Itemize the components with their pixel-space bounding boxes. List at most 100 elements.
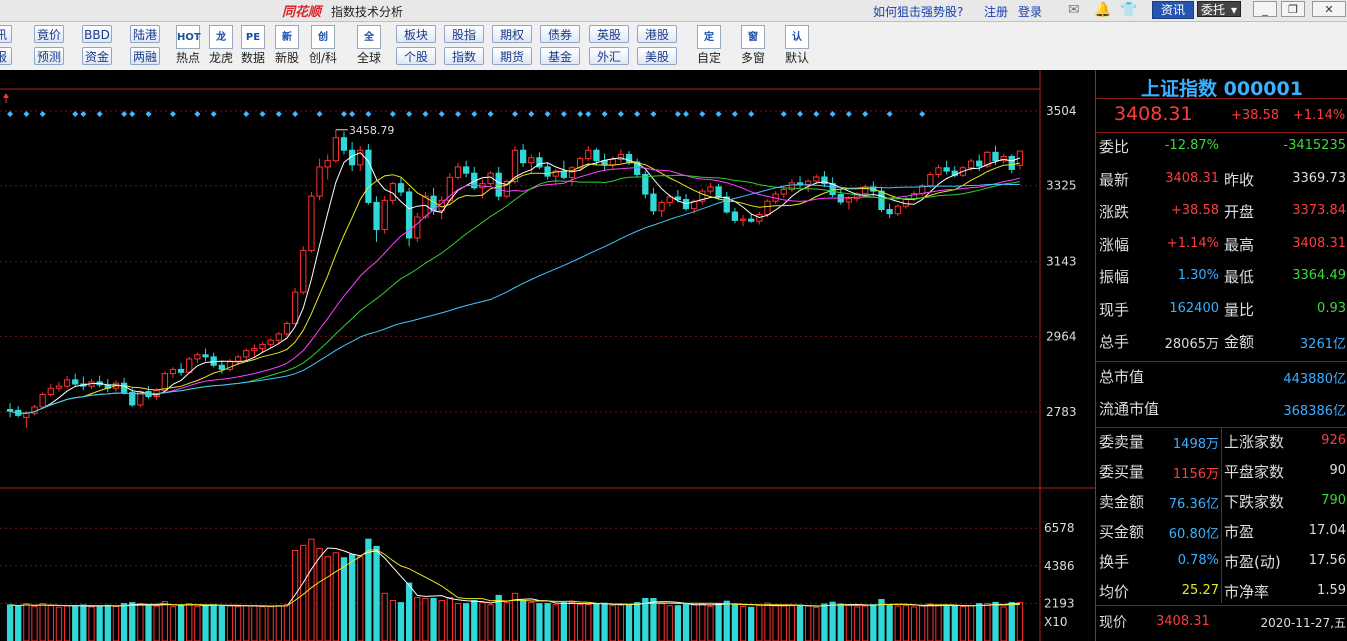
volume-tick-label: 2193 xyxy=(1044,596,1075,610)
toolbar-button[interactable]: 竟价 xyxy=(34,25,64,43)
toolbar-button[interactable]: 英股 xyxy=(589,25,629,43)
volume-bar xyxy=(479,602,486,641)
bell-icon[interactable]: 🔔 xyxy=(1094,2,1111,18)
trust-button[interactable]: 委托 ▾ xyxy=(1197,1,1241,17)
price-change: +38.58 xyxy=(1231,108,1280,123)
toolbar-big-button[interactable]: HOT 热点 xyxy=(171,25,205,65)
toolbar-button[interactable]: 指数 xyxy=(444,47,484,65)
candle-body xyxy=(259,343,266,350)
news-button[interactable]: 资讯 xyxy=(1152,1,1194,19)
volume-bar xyxy=(47,605,54,641)
volume-bar xyxy=(959,606,967,641)
promo-link[interactable]: 如何狙击强势股? xyxy=(873,3,963,20)
quote-value: 3373.84 xyxy=(1292,203,1346,218)
market-cap-value: 368386亿 xyxy=(1283,404,1346,419)
toolbar-button[interactable]: 美股 xyxy=(637,47,677,65)
toolbar-big-button[interactable]: 定自定 xyxy=(692,25,726,65)
volume-bar xyxy=(120,603,128,641)
mail-icon[interactable]: ✉ xyxy=(1068,2,1080,18)
volume-bar xyxy=(862,605,869,641)
volume-bar xyxy=(15,605,22,641)
toolbar-big-button[interactable]: 窗多窗 xyxy=(736,25,770,65)
candle-body xyxy=(519,149,527,164)
toolbar-button[interactable]: 板块 xyxy=(396,25,436,43)
toolbar-button[interactable]: 期权 xyxy=(492,25,532,43)
toolbar-icon: 新 xyxy=(275,25,299,49)
toolbar-button[interactable]: 报 xyxy=(0,47,12,65)
candle-body xyxy=(340,137,348,151)
candle-body xyxy=(63,379,71,387)
toolbar-big-button[interactable]: PE 数据 xyxy=(236,25,270,65)
toolbar-button[interactable]: 期货 xyxy=(492,47,532,65)
toolbar-button[interactable]: 资金 xyxy=(82,47,112,65)
toolbar-button[interactable]: 预测 xyxy=(34,47,64,65)
candle-body xyxy=(886,209,893,215)
candle-body xyxy=(544,166,551,177)
volume-bar xyxy=(324,556,331,641)
restore-button[interactable]: ❐ xyxy=(1281,1,1305,17)
volume-bar xyxy=(251,605,258,641)
candle-body xyxy=(454,166,462,178)
toolbar-big-button[interactable]: 全全球 xyxy=(352,25,386,65)
candle-body xyxy=(748,218,755,222)
volume-bar xyxy=(438,600,445,641)
toolbar-icon: 定 xyxy=(697,25,721,49)
shirt-icon[interactable]: 👕 xyxy=(1120,2,1137,18)
candle-body xyxy=(283,322,291,335)
toolbar-button[interactable]: 外汇 xyxy=(589,47,629,65)
candle-body xyxy=(291,291,299,324)
toolbar-button[interactable]: 基金 xyxy=(540,47,580,65)
candle-body xyxy=(177,368,185,373)
app-logo: 同花顺 xyxy=(282,5,322,20)
volume-bar xyxy=(560,602,568,641)
volume-bar xyxy=(161,601,168,641)
candle-body xyxy=(267,339,274,345)
toolbar-button[interactable]: 股指 xyxy=(444,25,484,43)
quote-value: 3369.73 xyxy=(1292,170,1346,186)
panel-divider xyxy=(1221,428,1222,603)
toolbar-big-button[interactable]: 创创/科 xyxy=(306,25,340,65)
candle-body xyxy=(6,408,14,412)
volume-bar xyxy=(55,606,63,641)
volume-bar xyxy=(63,605,71,641)
volume-bar xyxy=(845,604,853,641)
toolbar-button[interactable]: 讯 xyxy=(0,25,12,43)
quote-date: 2020-11-27,五 xyxy=(1260,616,1346,630)
panel-divider xyxy=(1096,361,1347,362)
toolbar-button[interactable]: 港股 xyxy=(637,25,677,43)
volume-bar xyxy=(267,606,274,641)
kline-chart[interactable]: 3504 3325 3143 2964 2783 6578 4386 2193 X10 3458.… xyxy=(0,70,1095,641)
volume-bar xyxy=(414,596,421,641)
toolbar-button[interactable]: 陆港 xyxy=(130,25,160,43)
volume-bar xyxy=(80,604,87,641)
login-link[interactable]: 登录 xyxy=(1018,3,1042,20)
candle-body xyxy=(862,186,869,195)
volume-bar xyxy=(764,602,771,641)
toolbar-big-button[interactable]: 龙龙虎 xyxy=(204,25,238,65)
candle-body xyxy=(943,167,950,172)
volume-bar xyxy=(609,605,616,641)
volume-bar xyxy=(1016,602,1024,641)
volume-bar xyxy=(39,603,46,641)
toolbar-button[interactable]: 个股 xyxy=(396,47,436,65)
toolbar-button[interactable]: 两融 xyxy=(130,47,160,65)
candle-body xyxy=(878,190,885,211)
toolbar-button[interactable]: BBD xyxy=(82,25,112,43)
volume-bar xyxy=(283,604,291,641)
volume-bar xyxy=(487,604,494,641)
candle-body xyxy=(780,188,787,195)
register-link[interactable]: 注册 xyxy=(984,3,1008,20)
volume-bar xyxy=(397,602,405,641)
candle-body xyxy=(332,137,339,162)
minimize-button[interactable]: _ xyxy=(1253,1,1277,17)
toolbar-button[interactable]: 债券 xyxy=(540,25,580,43)
toolbar-label: 新股 xyxy=(274,51,299,65)
toolbar-icon: 全 xyxy=(357,25,381,49)
volume-bar xyxy=(357,556,364,641)
volume-bar xyxy=(935,605,942,641)
candle-body xyxy=(243,350,250,358)
toolbar-big-button[interactable]: 认默认 xyxy=(780,25,814,65)
toolbar-big-button[interactable]: 新新股 xyxy=(270,25,304,65)
close-button[interactable]: ✕ xyxy=(1312,1,1346,17)
volume-bar xyxy=(389,600,396,641)
